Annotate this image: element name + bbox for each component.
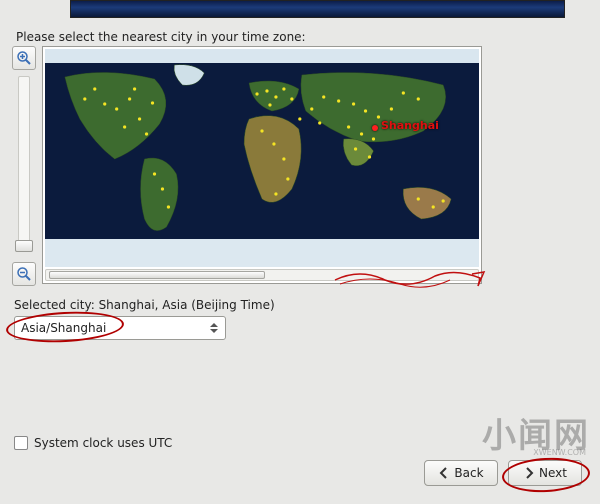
watermark-subtext: XWENW.COM: [533, 448, 586, 457]
map-hscroll-thumb[interactable]: [49, 271, 265, 279]
back-button[interactable]: Back: [424, 460, 498, 486]
utc-label: System clock uses UTC: [34, 436, 172, 450]
world-map-frame: Shanghai: [42, 46, 482, 284]
arrow-left-icon: [438, 467, 450, 479]
timezone-combobox[interactable]: Asia/Shanghai: [14, 316, 226, 340]
selected-city-prefix: Selected city:: [14, 298, 99, 312]
world-map[interactable]: Shanghai: [45, 49, 479, 267]
zoom-out-button[interactable]: [12, 262, 36, 286]
utc-checkbox[interactable]: [14, 436, 28, 450]
next-label: Next: [539, 466, 567, 480]
utc-row: System clock uses UTC: [14, 436, 172, 450]
watermark-text: 小闻网: [482, 408, 590, 457]
combobox-spinner-icon: [205, 319, 223, 337]
selected-city-value: Shanghai, Asia (Beijing Time): [99, 298, 275, 312]
timezone-value: Asia/Shanghai: [21, 321, 106, 335]
header-banner: [70, 0, 565, 18]
selected-city-pin: [372, 125, 378, 131]
next-button[interactable]: Next: [508, 460, 582, 486]
back-label: Back: [454, 466, 483, 480]
timezone-prompt: Please select the nearest city in your t…: [16, 30, 306, 44]
map-area: Shanghai: [12, 46, 486, 288]
zoom-column: [12, 46, 40, 286]
nav-buttons: Back Next: [424, 460, 582, 486]
zoom-slider-thumb[interactable]: [15, 240, 33, 252]
zoom-out-icon: [16, 266, 32, 282]
zoom-in-icon: [16, 50, 32, 66]
map-hscrollbar[interactable]: [45, 269, 479, 281]
zoom-slider-track[interactable]: [18, 76, 30, 250]
zoom-in-button[interactable]: [12, 46, 36, 70]
world-map-svg: [45, 49, 479, 267]
arrow-right-icon: [523, 467, 535, 479]
selected-city-line: Selected city: Shanghai, Asia (Beijing T…: [14, 298, 275, 312]
